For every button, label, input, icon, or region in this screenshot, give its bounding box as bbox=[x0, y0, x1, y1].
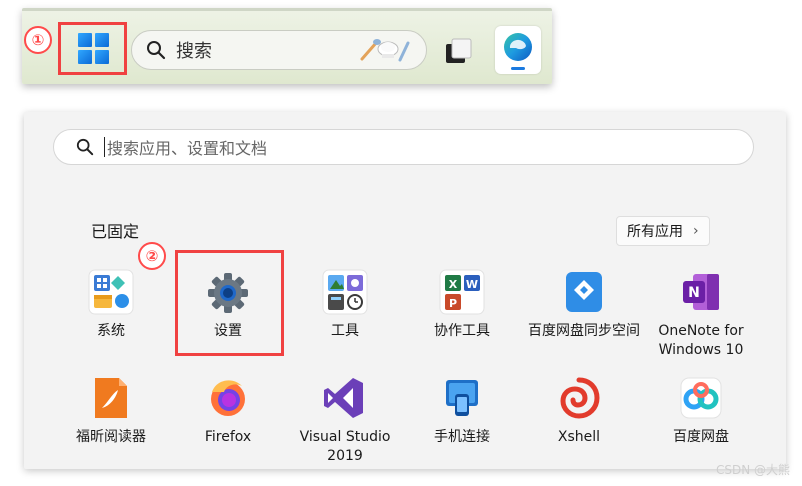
all-apps-button[interactable]: 所有应用 › bbox=[616, 216, 710, 246]
system-icon bbox=[87, 268, 135, 316]
onenote-icon: N bbox=[677, 268, 725, 316]
task-view-icon bbox=[446, 38, 472, 63]
baidu-netdisk-icon bbox=[677, 374, 725, 422]
step-2-badge: ② bbox=[138, 242, 166, 270]
pinned-app-baidu-netdisk[interactable]: 百度网盘 bbox=[640, 374, 762, 447]
pinned-app-xshell[interactable]: Xshell bbox=[523, 374, 635, 447]
app-label: 手机连接 bbox=[434, 429, 490, 445]
app-label: 福昕阅读器 bbox=[76, 429, 146, 445]
app-label: OneNote for Windows 10 bbox=[658, 323, 744, 358]
start-menu: 搜索应用、设置和文档 已固定 所有应用 › 系统 设置 工具 X W P 协作工… bbox=[24, 112, 786, 469]
phone-link-icon bbox=[438, 374, 486, 422]
svg-text:W: W bbox=[466, 278, 478, 291]
search-icon bbox=[147, 41, 166, 60]
all-apps-label: 所有应用 bbox=[627, 224, 683, 240]
office-collab-icon: X W P bbox=[438, 268, 486, 316]
app-label: 百度网盘 bbox=[673, 429, 729, 445]
windows-logo-icon bbox=[77, 32, 109, 64]
chevron-right-icon: › bbox=[693, 223, 699, 239]
pinned-section-title: 已固定 bbox=[91, 222, 140, 241]
tools-icon bbox=[321, 268, 369, 316]
app-label: 系统 bbox=[97, 323, 125, 339]
settings-highlight bbox=[175, 250, 284, 356]
foxit-icon bbox=[87, 374, 135, 422]
running-indicator bbox=[511, 67, 525, 70]
firefox-icon bbox=[204, 374, 252, 422]
app-label: 百度网盘同步空间 bbox=[528, 323, 640, 339]
start-search-placeholder: 搜索应用、设置和文档 bbox=[107, 139, 268, 158]
edge-taskbar-button[interactable] bbox=[495, 26, 541, 74]
step-1-badge: ① bbox=[24, 26, 52, 54]
pinned-app-phone-link[interactable]: 手机连接 bbox=[406, 374, 518, 447]
pinned-app-tools[interactable]: 工具 bbox=[289, 268, 401, 341]
visual-studio-icon bbox=[321, 374, 369, 422]
svg-text:X: X bbox=[449, 278, 458, 291]
baidu-sync-icon bbox=[560, 268, 608, 316]
pinned-app-collab-tools[interactable]: X W P 协作工具 bbox=[406, 268, 518, 341]
pinned-app-foxit[interactable]: 福昕阅读器 bbox=[55, 374, 167, 447]
pinned-app-system[interactable]: 系统 bbox=[55, 268, 167, 341]
pinned-app-baidu-sync[interactable]: 百度网盘同步空间 bbox=[523, 268, 645, 341]
app-label: Firefox bbox=[204, 429, 252, 445]
taskbar-search-text: 搜索 bbox=[176, 41, 212, 62]
app-label: 工具 bbox=[331, 323, 359, 339]
edge-icon bbox=[504, 33, 532, 61]
task-view-button[interactable] bbox=[437, 30, 479, 72]
start-button[interactable] bbox=[62, 24, 124, 72]
pinned-app-firefox[interactable]: Firefox bbox=[172, 374, 284, 447]
app-label: Xshell bbox=[557, 429, 601, 445]
text-caret bbox=[104, 137, 105, 157]
search-highlight-chef-icon bbox=[360, 39, 410, 62]
svg-text:N: N bbox=[688, 285, 700, 301]
pinned-app-onenote[interactable]: N OneNote for Windows 10 bbox=[640, 268, 762, 360]
search-icon bbox=[76, 138, 94, 156]
xshell-icon bbox=[555, 374, 603, 422]
start-search-input[interactable]: 搜索应用、设置和文档 bbox=[53, 129, 754, 165]
pinned-app-visual-studio[interactable]: Visual Studio 2019 bbox=[289, 374, 401, 466]
taskbar-search-box[interactable]: 搜索 bbox=[131, 30, 427, 70]
app-label: 协作工具 bbox=[434, 323, 490, 339]
watermark: CSDN @大熊 bbox=[715, 463, 790, 477]
taskbar-top-border bbox=[22, 8, 552, 11]
app-label: Visual Studio 2019 bbox=[299, 429, 391, 464]
svg-text:P: P bbox=[449, 297, 457, 310]
